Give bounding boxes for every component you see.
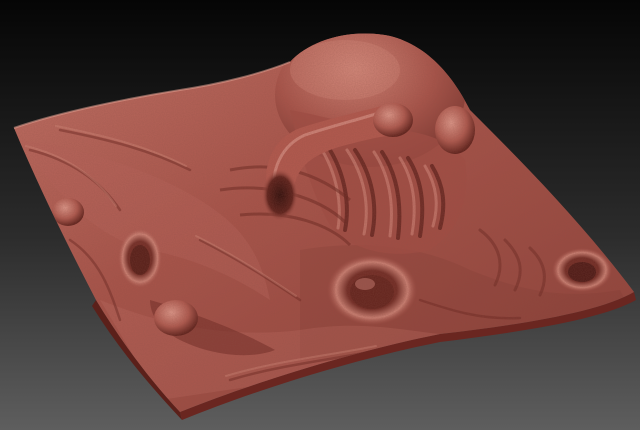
3d-viewport[interactable] [0,0,640,430]
viewport-canvas [0,0,640,430]
